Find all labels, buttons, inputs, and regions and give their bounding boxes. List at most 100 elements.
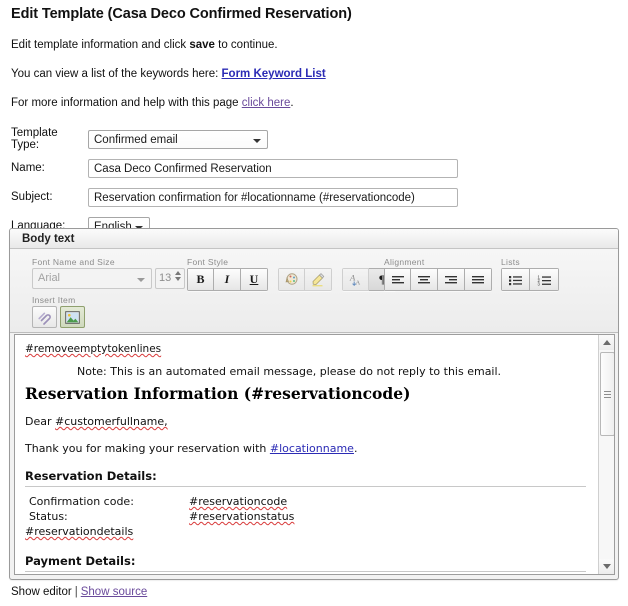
chevron-down-icon xyxy=(253,138,261,143)
image-icon xyxy=(65,310,80,324)
rich-text-editor[interactable]: #removeemptytokenlines Note: This is an … xyxy=(14,334,615,575)
insert-image-button[interactable] xyxy=(60,306,85,328)
editor-mode-links: Show editor | Show source xyxy=(11,586,147,598)
editor-token-line: #removeemptytokenlines xyxy=(25,343,586,355)
editor-toolbar: Font Name and Size Arial 13 Font Style B… xyxy=(10,249,618,333)
insert-item-caption: Insert Item xyxy=(32,295,76,305)
body-text-panel-title: Body text xyxy=(10,229,618,249)
editor-document[interactable]: #removeemptytokenlines Note: This is an … xyxy=(15,335,598,574)
bold-button[interactable]: B xyxy=(187,268,214,291)
scrollbar-thumb[interactable] xyxy=(600,352,614,436)
editor-section-reservation-details: Reservation Details: xyxy=(25,469,157,483)
align-left-button[interactable] xyxy=(384,268,411,291)
align-justify-button[interactable] xyxy=(465,268,492,291)
editor-salutation-plain: Dear xyxy=(25,415,55,428)
link-icon xyxy=(38,312,51,325)
font-color-button[interactable] xyxy=(278,268,305,291)
bullet-list-button[interactable] xyxy=(501,268,530,291)
editor-row-status: Status: #reservationstatus xyxy=(29,510,586,523)
editor-thanks-after: . xyxy=(353,442,358,455)
help-text-after: . xyxy=(290,97,294,109)
click-here-link[interactable]: click here xyxy=(242,97,291,109)
name-input[interactable]: Casa Deco Confirmed Reservation xyxy=(88,158,458,178)
field-row-name: Name: Casa Deco Confirmed Reservation xyxy=(11,157,471,179)
font-size-value: 13 xyxy=(159,272,172,284)
instruction-text-after: to continue. xyxy=(214,39,278,51)
color-segment xyxy=(278,268,332,291)
alignment-segment xyxy=(384,268,492,291)
page-title: Edit Template (Casa Deco Confirmed Reser… xyxy=(11,6,352,22)
toolbar-group-lists: Lists 1 2 3 xyxy=(501,257,559,291)
clear-formatting-icon: A A xyxy=(349,273,361,287)
scroll-down-icon xyxy=(602,564,611,569)
clear-formatting-button[interactable]: A A xyxy=(342,268,369,291)
highlight-icon xyxy=(312,273,325,287)
editor-scrollbar[interactable] xyxy=(598,335,614,574)
align-center-icon xyxy=(418,275,430,283)
show-source-link[interactable]: Show source xyxy=(81,586,147,598)
stepper-up-icon[interactable] xyxy=(175,271,181,275)
template-form: Template Type: Confirmed email Name: Cas… xyxy=(11,127,471,244)
editor-row-value: #reservationstatus xyxy=(189,510,295,523)
editor-spacer xyxy=(25,538,586,554)
align-left-icon xyxy=(391,275,404,283)
help-text: For more information and help with this … xyxy=(11,97,242,109)
toolbar-group-font: Font Name and Size Arial 13 xyxy=(32,257,185,289)
underline-button[interactable]: U xyxy=(241,268,268,291)
font-style-segment: B I U xyxy=(187,268,268,291)
footer-separator: | xyxy=(74,586,78,598)
bullet-list-icon xyxy=(509,275,522,285)
italic-button[interactable]: I xyxy=(214,268,241,291)
show-editor-label: Show editor xyxy=(11,586,72,598)
lists-segment: 123 xyxy=(501,268,559,291)
name-value: Casa Deco Confirmed Reservation xyxy=(94,162,272,175)
stepper-down-icon[interactable] xyxy=(175,277,181,281)
editor-note: Note: This is an automated email message… xyxy=(77,365,502,378)
chevron-down-icon xyxy=(137,278,145,282)
editor-token-reservationdetails-line: #reservationdetails xyxy=(25,525,586,538)
field-row-subject: Subject: Reservation confirmation for #l… xyxy=(11,186,471,208)
align-right-button[interactable] xyxy=(438,268,465,291)
align-right-icon xyxy=(445,275,457,283)
align-justify-icon xyxy=(472,275,484,283)
editor-heading-text: Reservation Information (#reservationcod… xyxy=(25,384,411,403)
font-name-select[interactable]: Arial xyxy=(32,268,152,289)
editor-row-value: #reservationcode xyxy=(189,495,288,508)
align-center-button[interactable] xyxy=(411,268,438,291)
subject-value: Reservation confirmation for #locationna… xyxy=(94,191,415,204)
editor-token-customerfullname: #customerfullname, xyxy=(55,415,168,428)
font-color-icon xyxy=(285,273,298,285)
toolbar-group-font-style: Font Style B I U A A ¶ xyxy=(187,257,396,291)
insert-link-button[interactable] xyxy=(32,306,57,328)
subject-input[interactable]: Reservation confirmation for #locationna… xyxy=(88,187,458,207)
font-size-input[interactable]: 13 xyxy=(155,268,185,289)
toolbar-group-alignment: Alignment xyxy=(384,257,492,291)
field-row-template-type: Template Type: Confirmed email xyxy=(11,127,471,151)
instruction-save-emphasis: save xyxy=(189,39,215,51)
font-size-stepper[interactable] xyxy=(175,271,181,281)
template-type-value: Confirmed email xyxy=(94,133,178,146)
name-label: Name: xyxy=(11,162,45,174)
numbered-list-button[interactable]: 123 xyxy=(530,268,559,291)
scroll-up-button[interactable] xyxy=(599,335,614,350)
lists-caption: Lists xyxy=(501,257,520,267)
svg-text:A: A xyxy=(355,280,360,287)
svg-text:3: 3 xyxy=(537,281,540,285)
editor-section-payment-details: Payment Details: xyxy=(25,554,136,568)
editor-token-locationname-link[interactable]: #locationname xyxy=(270,442,354,455)
editor-row-key: Confirmation code: xyxy=(29,495,134,508)
template-type-select[interactable]: Confirmed email xyxy=(88,129,268,149)
instruction-line-save: Edit template information and click save… xyxy=(11,39,278,51)
scrollbar-grip-icon xyxy=(604,389,611,400)
alignment-caption: Alignment xyxy=(384,257,425,267)
numbered-list-icon: 123 xyxy=(537,274,551,286)
scroll-up-icon xyxy=(602,340,611,345)
font-name-value: Arial xyxy=(38,272,61,284)
template-type-label: Template Type: xyxy=(11,127,58,151)
highlight-button[interactable] xyxy=(305,268,332,291)
form-keyword-list-link[interactable]: Form Keyword List xyxy=(222,68,326,80)
editor-rule xyxy=(25,571,586,572)
font-group-caption: Font Name and Size xyxy=(32,257,115,267)
scroll-down-button[interactable] xyxy=(599,559,614,574)
font-style-caption: Font Style xyxy=(187,257,229,267)
